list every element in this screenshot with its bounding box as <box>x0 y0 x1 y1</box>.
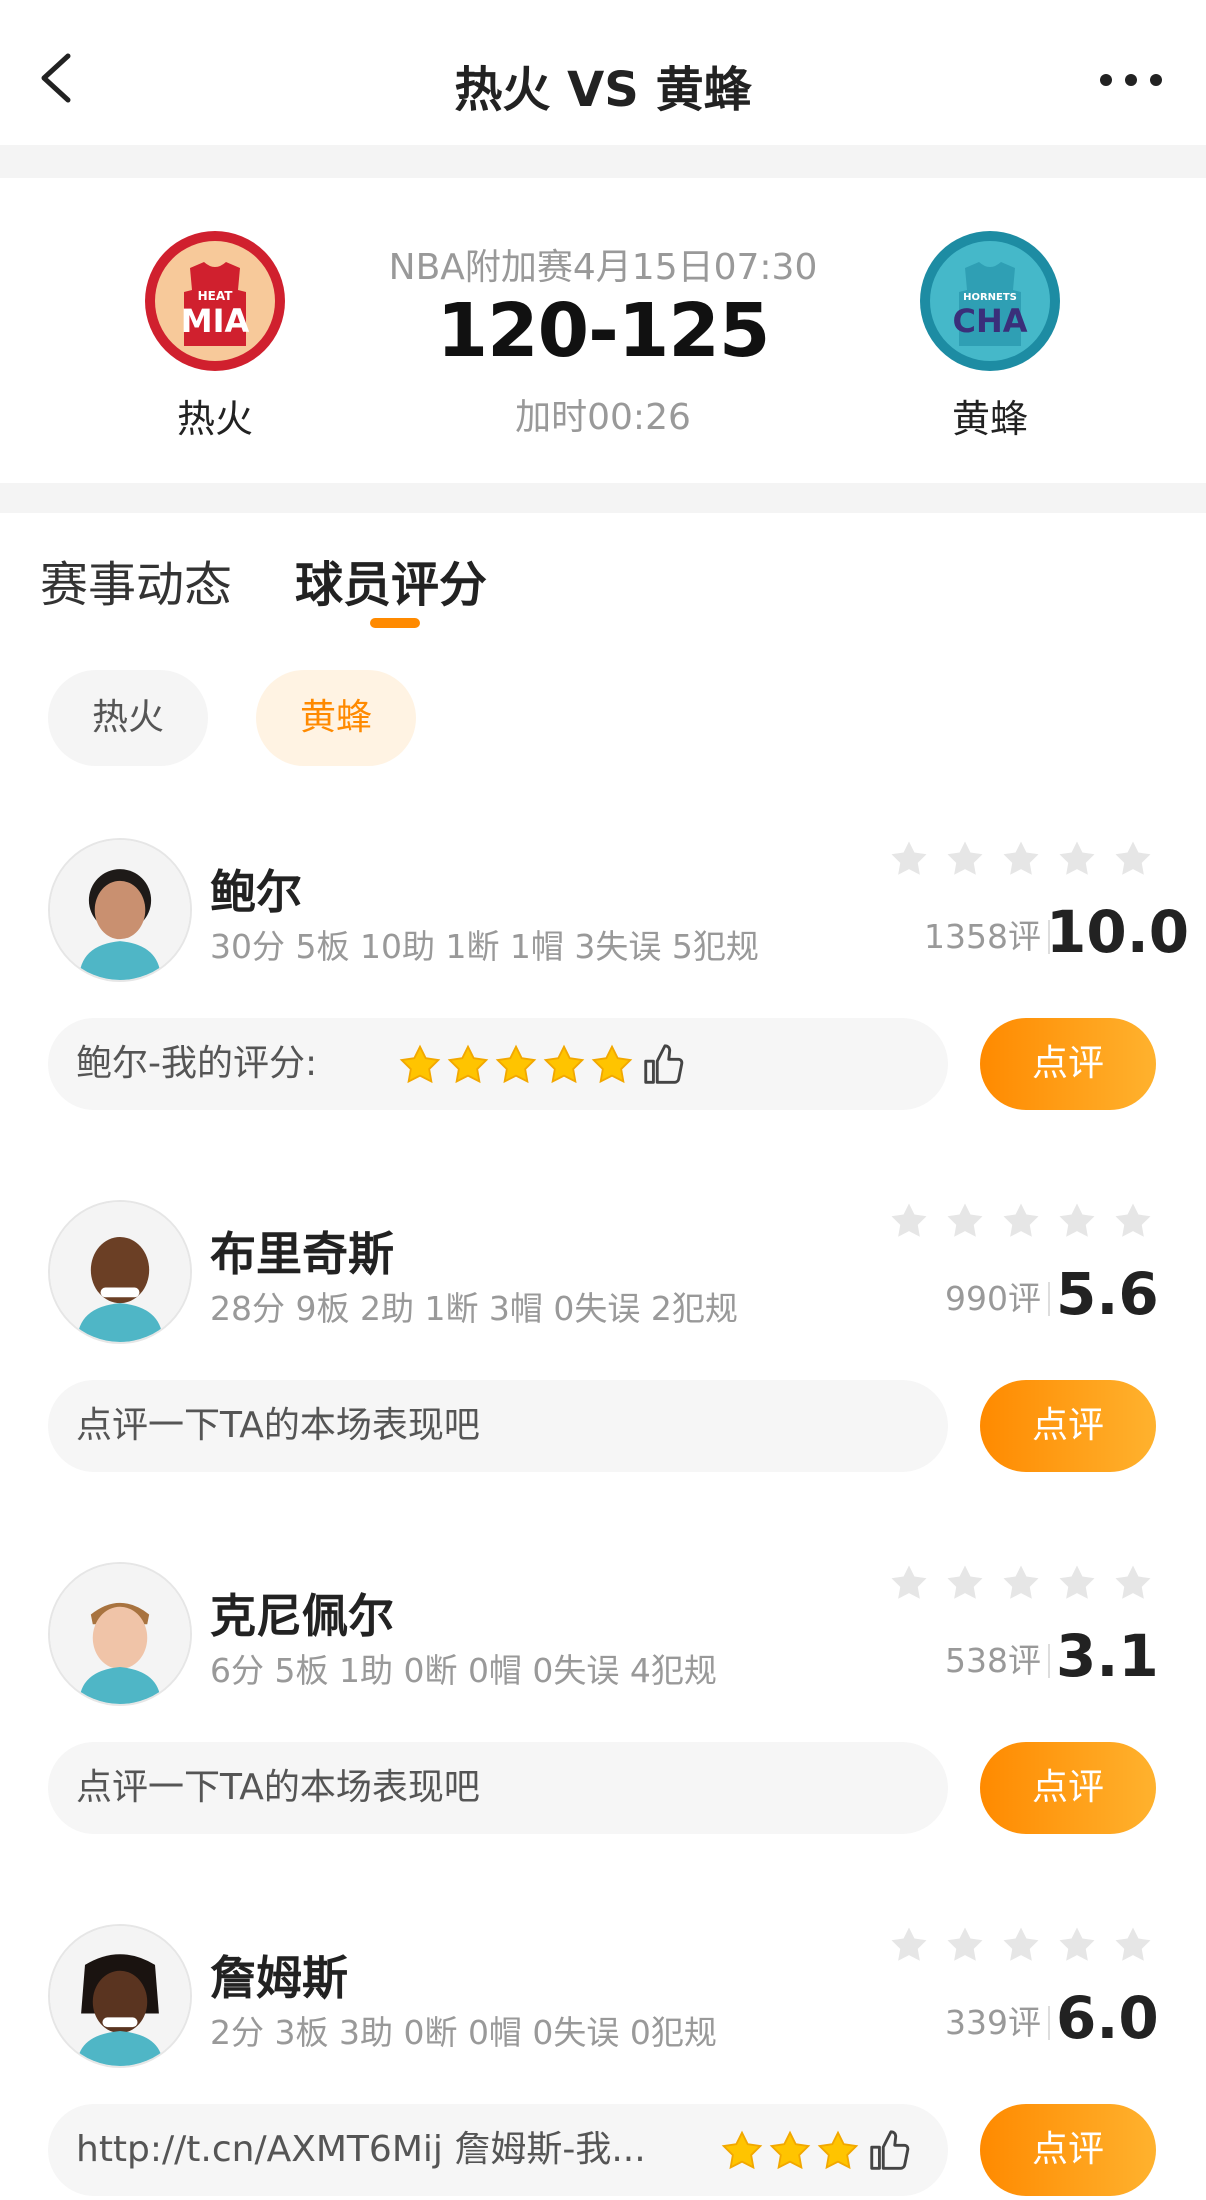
match-score: 120-125 <box>436 288 771 374</box>
match-status: 加时00:26 <box>515 397 691 438</box>
star-empty-icon <box>891 841 927 875</box>
svg-text:MIA: MIA <box>181 302 250 340</box>
star-empty-icon <box>1003 1203 1039 1237</box>
comment-placeholder: 点评一下TA的本场表现吧 <box>76 1405 480 1446</box>
star-empty-icon <box>1115 1927 1151 1961</box>
active-tab-indicator <box>370 618 420 628</box>
star-empty-icon <box>1003 1927 1039 1961</box>
star-empty-icon <box>1003 841 1039 875</box>
player-rating-row: 詹姆斯 2分 3板 3助 0断 0帽 0失误 0犯规 339评 6.0 http… <box>0 1924 1206 2200</box>
hornets-logo-icon: HORNETS CHA <box>920 231 1060 371</box>
my-rating-box[interactable]: http://t.cn/AXMT6Mij 詹姆斯-我... <box>48 2104 948 2196</box>
away-team-name: 黄蜂 <box>951 397 1028 441</box>
average-rating-stars <box>888 1924 1154 1966</box>
player-score: 3.1 <box>1056 1622 1159 1690</box>
review-count: 1358评 <box>924 917 1041 956</box>
divider <box>1048 1644 1050 1678</box>
star-empty-icon <box>947 1565 983 1599</box>
heat-logo-icon: HEAT MIA <box>145 231 285 371</box>
player-stats: 30分 5板 10助 1断 1帽 3失误 5犯规 <box>210 927 759 966</box>
home-team-name: 热火 <box>176 397 253 441</box>
star-empty-icon <box>1115 1203 1151 1237</box>
star-filled-icon <box>399 1044 441 1084</box>
svg-text:HEAT: HEAT <box>198 289 234 303</box>
player-avatar[interactable] <box>48 838 192 982</box>
player-name: 克尼佩尔 <box>210 1589 394 1643</box>
my-rating-box[interactable]: 鲍尔-我的评分: <box>48 1018 948 1110</box>
star-empty-icon <box>1059 1565 1095 1599</box>
comment-button[interactable]: 点评 <box>980 2104 1156 2196</box>
home-team[interactable]: HEAT MIA 热火 <box>135 228 295 443</box>
star-empty-icon <box>891 1203 927 1237</box>
star-empty-icon <box>891 1565 927 1599</box>
comment-input[interactable]: 点评一下TA的本场表现吧 <box>48 1742 948 1834</box>
player-name: 布里奇斯 <box>210 1227 394 1281</box>
average-rating-stars <box>888 1200 1154 1242</box>
page-title: 热火 VS 黄蜂 <box>454 62 752 118</box>
more-options-icon[interactable] <box>1096 60 1166 100</box>
player-rating-row: 克尼佩尔 6分 5板 1助 0断 0帽 0失误 4犯规 538评 3.1 点评一… <box>0 1562 1206 1862</box>
comment-input[interactable]: 点评一下TA的本场表现吧 <box>48 1380 948 1472</box>
player-rating-row: 鲍尔 30分 5板 10助 1断 1帽 3失误 5犯规 1358评 10.0 鲍… <box>0 838 1206 1138</box>
filter-chip-heat[interactable]: 热火 <box>48 670 208 766</box>
star-filled-icon <box>447 1044 489 1084</box>
divider <box>1048 2006 1050 2040</box>
player-name: 詹姆斯 <box>210 1951 348 2005</box>
match-info: NBA附加赛4月15日07:30 <box>388 247 818 288</box>
star-empty-icon <box>1059 1203 1095 1237</box>
star-filled-icon <box>769 2130 811 2170</box>
my-rating-stars <box>720 2128 912 2174</box>
star-empty-icon <box>1059 841 1095 875</box>
svg-text:CHA: CHA <box>952 302 1027 340</box>
player-stats: 28分 9板 2助 1断 3帽 0失误 2犯规 <box>210 1289 738 1328</box>
match-score-card: HEAT MIA 热火 NBA附加赛4月15日07:30 120-125 加时0… <box>0 178 1206 483</box>
tab-match-events[interactable]: 赛事动态 <box>40 545 232 615</box>
thumbs-up-icon <box>644 1044 684 1084</box>
player-score: 6.0 <box>1056 1984 1159 2052</box>
section-divider <box>0 483 1206 513</box>
review-count: 990评 <box>945 1279 1041 1318</box>
star-empty-icon <box>1115 841 1151 875</box>
player-stats: 6分 5板 1助 0断 0帽 0失误 4犯规 <box>210 1651 717 1690</box>
player-score: 10.0 <box>1046 898 1190 966</box>
star-empty-icon <box>1003 1565 1039 1599</box>
average-rating-stars <box>888 1562 1154 1604</box>
player-avatar[interactable] <box>48 1200 192 1344</box>
star-empty-icon <box>1115 1565 1151 1599</box>
review-count: 538评 <box>945 1641 1041 1680</box>
player-rating-row: 布里奇斯 28分 9板 2助 1断 3帽 0失误 2犯规 990评 5.6 点评… <box>0 1200 1206 1500</box>
star-empty-icon <box>1059 1927 1095 1961</box>
player-avatar[interactable] <box>48 1924 192 2068</box>
section-divider <box>0 145 1206 178</box>
tab-player-ratings[interactable]: 球员评分 <box>295 545 487 615</box>
player-stats: 2分 3板 3助 0断 0帽 0失误 0犯规 <box>210 2013 717 2052</box>
filter-chip-hornets[interactable]: 黄蜂 <box>256 670 416 766</box>
star-filled-icon <box>543 1044 585 1084</box>
star-filled-icon <box>721 2130 763 2170</box>
comment-placeholder: 点评一下TA的本场表现吧 <box>76 1767 480 1808</box>
comment-button[interactable]: 点评 <box>980 1380 1156 1472</box>
comment-text: http://t.cn/AXMT6Mij 詹姆斯-我... <box>76 2129 646 2170</box>
comment-button[interactable]: 点评 <box>980 1742 1156 1834</box>
player-name: 鲍尔 <box>210 865 302 919</box>
star-empty-icon <box>891 1927 927 1961</box>
divider <box>1048 1282 1050 1316</box>
star-filled-icon <box>495 1044 537 1084</box>
comment-text: 鲍尔-我的评分: <box>76 1043 318 1084</box>
average-rating-stars <box>888 838 1154 880</box>
comment-button[interactable]: 点评 <box>980 1018 1156 1110</box>
star-empty-icon <box>947 841 983 875</box>
star-filled-icon <box>817 2130 859 2170</box>
top-nav-bar: 热火 VS 黄蜂 <box>0 0 1206 145</box>
review-count: 339评 <box>945 2003 1041 2042</box>
player-score: 5.6 <box>1056 1260 1159 1328</box>
star-empty-icon <box>947 1203 983 1237</box>
player-avatar[interactable] <box>48 1562 192 1706</box>
away-team[interactable]: HORNETS CHA 黄蜂 <box>910 228 1070 443</box>
my-rating-stars <box>398 1042 686 1088</box>
thumbs-up-icon <box>870 2130 910 2170</box>
star-filled-icon <box>591 1044 633 1084</box>
star-empty-icon <box>947 1927 983 1961</box>
